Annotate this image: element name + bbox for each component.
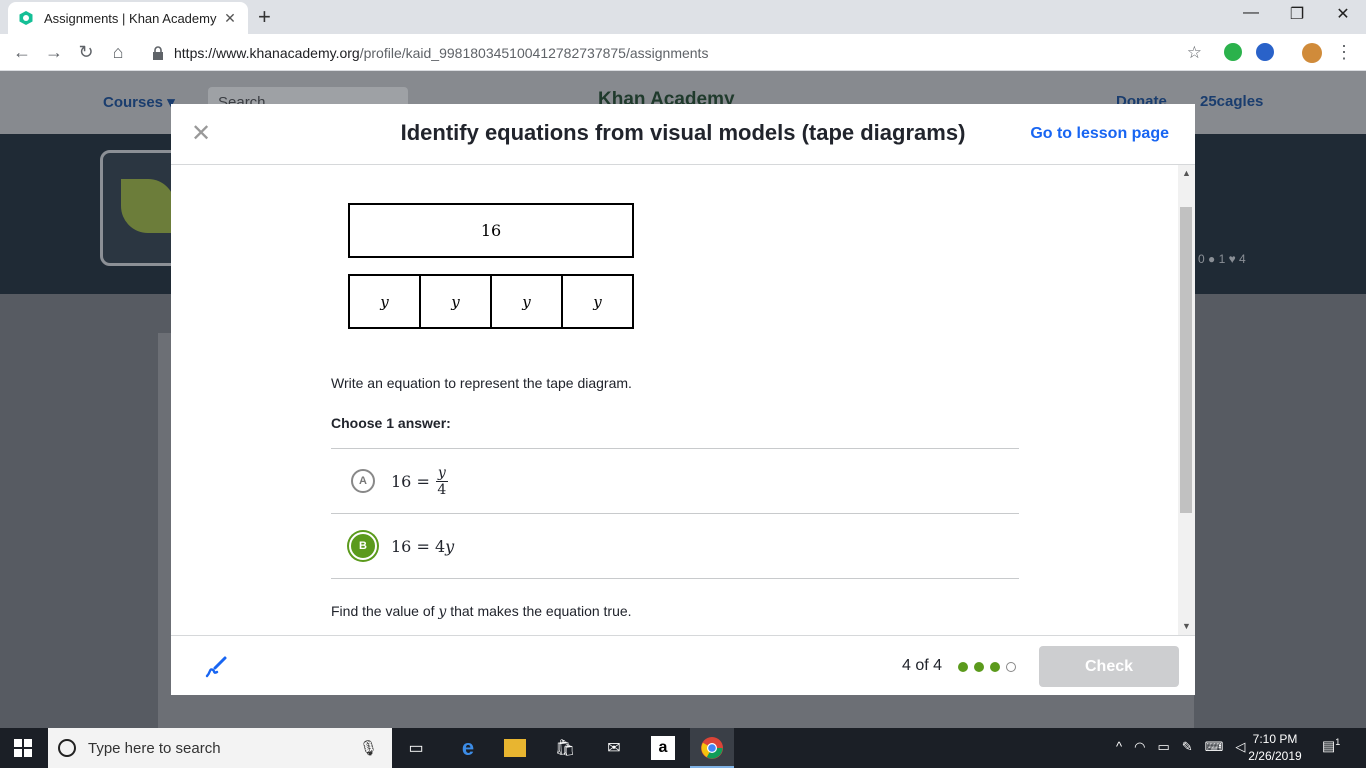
choose-label: Choose 1 answer: (331, 415, 451, 431)
leaf-avatar-icon (121, 179, 175, 233)
back-icon[interactable]: ← (10, 40, 34, 64)
progress-dot-complete (958, 662, 968, 672)
tape-diagram-parts: y y y y (348, 274, 634, 329)
choice-a[interactable]: A 16 = y 4 (331, 449, 1019, 514)
keyboard-icon[interactable]: ⌨ (1205, 739, 1224, 755)
taskbar-clock[interactable]: 7:10 PM 2/26/2019 (1240, 731, 1310, 765)
choice-letter: A (351, 469, 375, 493)
modal-footer: 4 of 4 Check (171, 635, 1195, 695)
choice-equation: 16 = y 4 (391, 464, 448, 498)
edge-icon[interactable]: e (456, 735, 480, 760)
khan-academy-favicon-icon (19, 11, 33, 25)
network-icon[interactable]: ◠ (1134, 739, 1145, 755)
system-tray: ^ ◠ ▭ ✎ ⌨ ◁ (1116, 739, 1245, 755)
progress-dots (958, 662, 1016, 672)
lock-icon (153, 45, 163, 60)
task-view-icon[interactable]: ▭ (404, 736, 428, 760)
fraction: y 4 (435, 464, 448, 498)
tape-part: y (350, 276, 421, 327)
microphone-icon[interactable]: 🎙 (359, 739, 378, 757)
battery-icon[interactable]: ▭ (1157, 739, 1169, 755)
tab-title: Assignments | Khan Academy (44, 10, 217, 26)
scroll-up-arrow-icon[interactable]: ▲ (1182, 168, 1191, 178)
answer-choices: A 16 = y 4 B 16 = 4y (331, 448, 1019, 579)
progress-dot-empty (1006, 662, 1016, 672)
clock-date: 2/26/2019 (1248, 749, 1302, 763)
browser-tab-bar: Assignments | Khan Academy ✕ + — ❐ ✕ (0, 0, 1366, 34)
notification-count: 1 (1335, 737, 1341, 747)
modal-header: ✕ Identify equations from visual models … (171, 104, 1195, 165)
taskbar-search-placeholder: Type here to search (88, 739, 221, 757)
action-center-icon[interactable]: ▤1 (1322, 737, 1346, 759)
exercise-modal: ✕ Identify equations from visual models … (171, 104, 1195, 695)
question-prompt: Write an equation to represent the tape … (331, 375, 632, 391)
store-icon[interactable]: 🛍 (553, 736, 577, 760)
mail-icon[interactable]: ✉ (602, 736, 626, 760)
go-to-lesson-link[interactable]: Go to lesson page (1030, 125, 1169, 143)
profile-stats: 0 ● 1 ♥ 4 (1198, 252, 1246, 266)
choice-equation: 16 = 4y (391, 536, 455, 556)
tape-part: y (492, 276, 563, 327)
scratchpad-pencil-icon[interactable] (203, 654, 229, 680)
tape-part: y (421, 276, 492, 327)
restore-button[interactable]: ❐ (1274, 4, 1320, 24)
browser-tab[interactable]: Assignments | Khan Academy ✕ (8, 2, 248, 34)
pen-icon[interactable]: ✎ (1182, 739, 1193, 755)
minimize-button[interactable]: — (1228, 4, 1274, 22)
user-name: 25cagles (1200, 93, 1264, 110)
file-explorer-icon[interactable] (504, 739, 526, 757)
tape-diagram-total: 16 (348, 203, 634, 258)
choice-letter-selected: B (349, 532, 377, 560)
modal-body: 16 y y y y Write an equation to represen… (171, 165, 1195, 635)
check-button[interactable]: Check (1039, 646, 1179, 687)
cortana-icon (58, 739, 76, 757)
progress-text: 4 of 4 (902, 657, 943, 674)
amazon-icon[interactable]: a (651, 736, 675, 760)
close-window-button[interactable]: ✕ (1320, 4, 1366, 24)
modal-scrollbar[interactable]: ▲ ▼ (1178, 165, 1195, 635)
choice-b[interactable]: B 16 = 4y (331, 514, 1019, 579)
grammarly-extension-icon[interactable] (1224, 43, 1242, 61)
follow-up-question: Find the value of y that makes the equat… (331, 603, 632, 620)
home-icon[interactable]: ⌂ (106, 40, 130, 64)
reload-icon[interactable]: ↻ (74, 40, 98, 64)
scroll-thumb[interactable] (1180, 207, 1192, 513)
progress-dot-complete (974, 662, 984, 672)
tab-close-icon[interactable]: ✕ (222, 10, 238, 27)
progress-dot-complete (990, 662, 1000, 672)
chrome-icon (701, 737, 723, 759)
address-bar[interactable]: https://www.khanacademy.org/profile/kaid… (140, 38, 1210, 67)
search-extension-icon[interactable] (1256, 43, 1274, 61)
bookmark-star-icon[interactable]: ☆ (1187, 43, 1202, 63)
taskbar-search-box[interactable]: Type here to search 🎙 (48, 728, 392, 768)
clock-time: 7:10 PM (1252, 732, 1298, 746)
chrome-menu-icon[interactable]: ⋮ (1332, 40, 1356, 64)
profile-avatar[interactable] (1302, 43, 1322, 63)
courses-menu: Courses ▾ (103, 94, 175, 111)
url-text: https://www.khanacademy.org/profile/kaid… (174, 44, 709, 61)
forward-icon[interactable]: → (42, 40, 66, 64)
tape-part: y (593, 292, 602, 311)
new-tab-button[interactable]: + (258, 6, 271, 28)
chrome-taskbar-active[interactable] (690, 728, 734, 768)
scroll-down-arrow-icon[interactable]: ▼ (1182, 621, 1191, 631)
windows-start-icon[interactable] (14, 739, 32, 757)
windows-taskbar: Type here to search 🎙 ▭ e 🛍 ✉ a ^ ◠ ▭ ✎ … (0, 728, 1366, 768)
show-hidden-icons-icon[interactable]: ^ (1116, 739, 1122, 755)
browser-toolbar: ← → ↻ ⌂ https://www.khanacademy.org/prof… (0, 34, 1366, 71)
